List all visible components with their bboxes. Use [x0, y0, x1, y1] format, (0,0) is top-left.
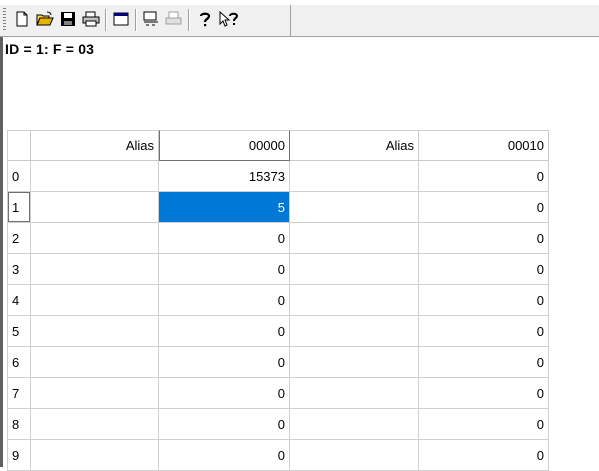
open-icon[interactable]	[34, 8, 56, 30]
disconnect-icon[interactable]	[163, 8, 185, 30]
value-cell[interactable]: 0	[419, 254, 549, 285]
table-row: 2 0 0	[7, 223, 549, 254]
table-row: 3 0 0	[7, 254, 549, 285]
table-row: 9 0 0	[7, 440, 549, 471]
alias-cell[interactable]	[290, 285, 419, 316]
value-cell[interactable]: 0	[159, 223, 290, 254]
header-row: Alias 00000 Alias 00010	[7, 130, 549, 161]
value-cell[interactable]: 0	[419, 378, 549, 409]
alias-cell[interactable]	[31, 161, 159, 192]
row-header[interactable]: 8	[7, 409, 31, 440]
alias-cell[interactable]	[31, 192, 159, 223]
row-header[interactable]: 4	[7, 285, 31, 316]
window-icon[interactable]	[110, 8, 132, 30]
column-header[interactable]: 00010	[419, 130, 549, 161]
row-header[interactable]: 2	[7, 223, 31, 254]
alias-cell[interactable]	[31, 316, 159, 347]
value-cell[interactable]: 0	[419, 223, 549, 254]
value-cell-selected[interactable]: 5	[159, 192, 290, 223]
toolbar-grip[interactable]	[3, 8, 6, 32]
table-row: 6 0 0	[7, 347, 549, 378]
row-header[interactable]: 0	[7, 161, 31, 192]
column-header[interactable]: 00000	[159, 130, 290, 161]
value-cell[interactable]: 0	[419, 316, 549, 347]
value-cell[interactable]: 0	[159, 347, 290, 378]
alias-cell[interactable]	[290, 161, 419, 192]
value-cell[interactable]: 0	[159, 378, 290, 409]
value-cell[interactable]: 0	[159, 440, 290, 471]
data-grid: Alias 00000 Alias 00010 0 15373 0 1 5 0 …	[7, 130, 549, 471]
alias-cell[interactable]	[31, 223, 159, 254]
toolbar-separator	[105, 9, 107, 31]
row-header[interactable]: 9	[7, 440, 31, 471]
value-cell[interactable]: 0	[159, 254, 290, 285]
save-icon[interactable]	[57, 8, 79, 30]
value-cell[interactable]: 0	[159, 316, 290, 347]
value-cell[interactable]: 0	[159, 285, 290, 316]
alias-cell[interactable]	[290, 192, 419, 223]
toolbar-edge	[290, 5, 291, 36]
value-cell[interactable]: 0	[419, 440, 549, 471]
new-icon[interactable]	[11, 8, 33, 30]
table-row: 7 0 0	[7, 378, 549, 409]
alias-cell[interactable]	[31, 254, 159, 285]
table-row: 4 0 0	[7, 285, 549, 316]
table-row: 1 5 0	[7, 192, 549, 223]
alias-cell[interactable]	[290, 378, 419, 409]
table-row: 0 15373 0	[7, 161, 549, 192]
help-icon[interactable]	[194, 8, 216, 30]
value-cell[interactable]: 0	[419, 285, 549, 316]
device-caption: ID = 1: F = 03	[5, 41, 95, 57]
document-view: ID = 1: F = 03 Alias 00000 Alias 00010 0…	[0, 37, 599, 471]
alias-cell[interactable]	[290, 409, 419, 440]
value-cell[interactable]: 15373	[159, 161, 290, 192]
row-header[interactable]: 1	[7, 192, 31, 223]
column-header[interactable]: Alias	[31, 130, 159, 161]
alias-cell[interactable]	[31, 378, 159, 409]
alias-cell[interactable]	[31, 285, 159, 316]
alias-cell[interactable]	[290, 223, 419, 254]
column-header[interactable]: Alias	[290, 130, 419, 161]
table-row: 8 0 0	[7, 409, 549, 440]
row-header[interactable]: 3	[7, 254, 31, 285]
value-cell[interactable]: 0	[159, 409, 290, 440]
row-header[interactable]: 6	[7, 347, 31, 378]
toolbar	[0, 5, 599, 37]
alias-cell[interactable]	[31, 440, 159, 471]
connect-icon[interactable]	[140, 8, 162, 30]
alias-cell[interactable]	[290, 347, 419, 378]
alias-cell[interactable]	[31, 347, 159, 378]
row-header[interactable]: 5	[7, 316, 31, 347]
table-row: 5 0 0	[7, 316, 549, 347]
grid-corner[interactable]	[7, 130, 31, 161]
alias-cell[interactable]	[290, 254, 419, 285]
toolbar-separator	[135, 9, 137, 31]
value-cell[interactable]: 0	[419, 347, 549, 378]
print-icon[interactable]	[80, 8, 102, 30]
row-header[interactable]: 7	[7, 378, 31, 409]
toolbar-separator	[188, 9, 190, 31]
alias-cell[interactable]	[290, 440, 419, 471]
value-cell[interactable]: 0	[419, 409, 549, 440]
value-cell[interactable]: 0	[419, 192, 549, 223]
alias-cell[interactable]	[31, 409, 159, 440]
value-cell[interactable]: 0	[419, 161, 549, 192]
alias-cell[interactable]	[290, 316, 419, 347]
context-help-icon[interactable]	[218, 8, 240, 30]
